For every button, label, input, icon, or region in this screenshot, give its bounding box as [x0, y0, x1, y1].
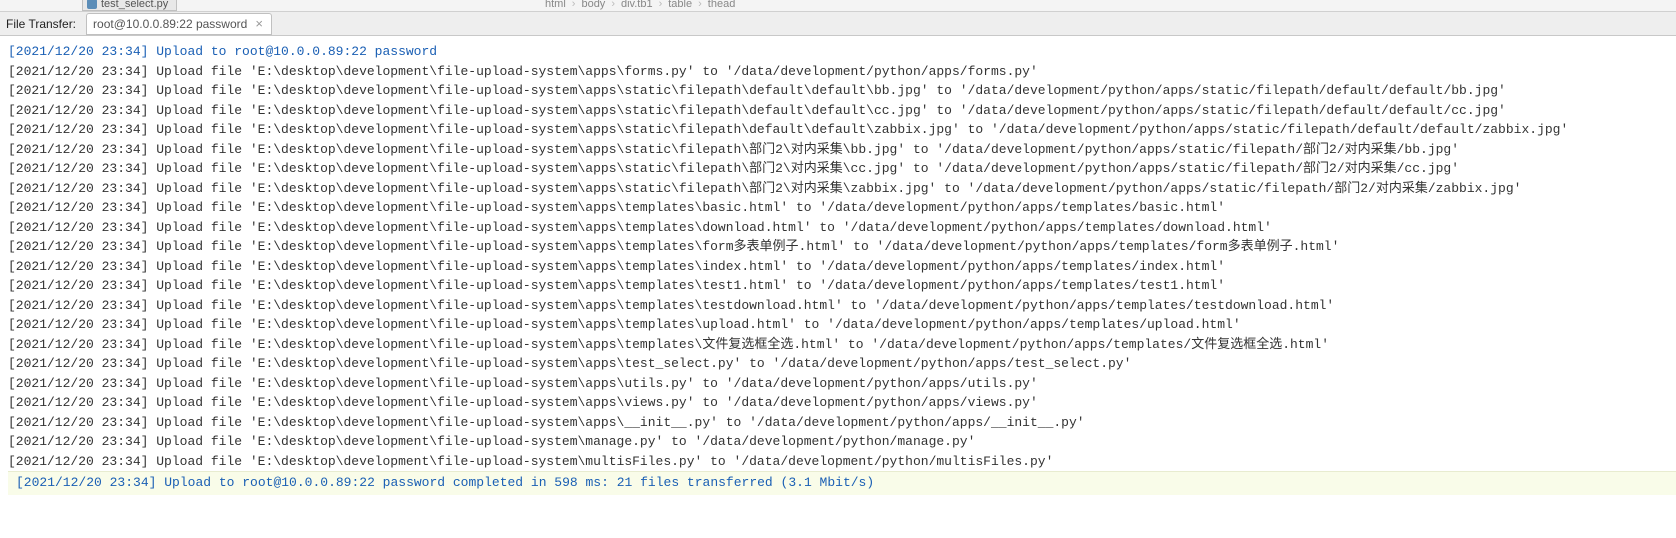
- log-message: Upload file 'E:\desktop\development\file…: [148, 122, 1568, 137]
- log-line: [2021/12/20 23:34] Upload file 'E:\deskt…: [8, 335, 1676, 355]
- log-line: [2021/12/20 23:34] Upload file 'E:\deskt…: [8, 198, 1676, 218]
- editor-tab[interactable]: test_select.py: [82, 0, 177, 11]
- breadcrumb-item[interactable]: html: [545, 0, 566, 10]
- chevron-right-icon: ›: [659, 0, 663, 10]
- log-line: [2021/12/20 23:34] Upload file 'E:\deskt…: [8, 101, 1676, 121]
- chevron-right-icon: ›: [611, 0, 615, 10]
- log-line: [2021/12/20 23:34] Upload file 'E:\deskt…: [8, 218, 1676, 238]
- log-line: [2021/12/20 23:34] Upload file 'E:\deskt…: [8, 62, 1676, 82]
- log-timestamp: [2021/12/20 23:34]: [8, 434, 148, 449]
- log-line: [2021/12/20 23:34] Upload file 'E:\deskt…: [8, 276, 1676, 296]
- log-timestamp: [2021/12/20 23:34]: [8, 298, 148, 313]
- log-message: Upload file 'E:\desktop\development\file…: [148, 181, 1521, 196]
- log-message: Upload file 'E:\desktop\development\file…: [148, 220, 1271, 235]
- python-file-icon: [87, 0, 97, 9]
- log-line: [2021/12/20 23:34] Upload file 'E:\deskt…: [8, 81, 1676, 101]
- log-message: Upload file 'E:\desktop\development\file…: [148, 161, 1459, 176]
- log-line: [2021/12/20 23:34] Upload file 'E:\deskt…: [8, 237, 1676, 257]
- log-timestamp: [2021/12/20 23:34]: [16, 475, 156, 490]
- breadcrumb-item[interactable]: thead: [708, 0, 736, 10]
- log-message: Upload file 'E:\desktop\development\file…: [148, 259, 1225, 274]
- file-transfer-log[interactable]: [2021/12/20 23:34] Upload to root@10.0.0…: [0, 36, 1676, 495]
- log-message: Upload file 'E:\desktop\development\file…: [148, 200, 1225, 215]
- chevron-right-icon: ›: [698, 0, 702, 10]
- log-timestamp: [2021/12/20 23:34]: [8, 83, 148, 98]
- log-timestamp: [2021/12/20 23:34]: [8, 259, 148, 274]
- log-line: [2021/12/20 23:34] Upload file 'E:\deskt…: [8, 120, 1676, 140]
- editor-top-strip: test_select.py html › body › div.tb1 › tabl…: [0, 0, 1676, 12]
- log-message: Upload file 'E:\desktop\development\file…: [148, 103, 1505, 118]
- log-message: Upload file 'E:\desktop\development\file…: [148, 434, 975, 449]
- file-transfer-bar: File Transfer: root@10.0.0.89:22 passwor…: [0, 12, 1676, 36]
- dom-breadcrumb: html › body › div.tb1 › table › thead: [545, 0, 735, 10]
- log-line: [2021/12/20 23:34] Upload file 'E:\deskt…: [8, 140, 1676, 160]
- log-message: Upload file 'E:\desktop\development\file…: [148, 454, 1053, 469]
- log-line: [2021/12/20 23:34] Upload file 'E:\deskt…: [8, 257, 1676, 277]
- log-line: [2021/12/20 23:34] Upload to root@10.0.0…: [8, 471, 1676, 495]
- log-line: [2021/12/20 23:34] Upload file 'E:\deskt…: [8, 315, 1676, 335]
- log-line: [2021/12/20 23:34] Upload file 'E:\deskt…: [8, 413, 1676, 433]
- log-timestamp: [2021/12/20 23:34]: [8, 317, 148, 332]
- log-line: [2021/12/20 23:34] Upload file 'E:\deskt…: [8, 354, 1676, 374]
- log-message: Upload file 'E:\desktop\development\file…: [148, 337, 1329, 352]
- log-timestamp: [2021/12/20 23:34]: [8, 376, 148, 391]
- log-timestamp: [2021/12/20 23:34]: [8, 278, 148, 293]
- log-message: Upload file 'E:\desktop\development\file…: [148, 64, 1037, 79]
- breadcrumb-item[interactable]: div.tb1: [621, 0, 653, 10]
- log-timestamp: [2021/12/20 23:34]: [8, 200, 148, 215]
- log-timestamp: [2021/12/20 23:34]: [8, 239, 148, 254]
- log-line: [2021/12/20 23:34] Upload to root@10.0.0…: [8, 42, 1676, 62]
- log-timestamp: [2021/12/20 23:34]: [8, 356, 148, 371]
- log-message: Upload file 'E:\desktop\development\file…: [148, 278, 1225, 293]
- log-message: Upload file 'E:\desktop\development\file…: [148, 83, 1505, 98]
- chevron-right-icon: ›: [572, 0, 576, 10]
- log-timestamp: [2021/12/20 23:34]: [8, 142, 148, 157]
- file-transfer-session-label: root@10.0.0.89:22 password: [93, 17, 247, 31]
- log-message: Upload to root@10.0.0.89:22 password: [148, 44, 437, 59]
- log-timestamp: [2021/12/20 23:34]: [8, 337, 148, 352]
- log-message: Upload file 'E:\desktop\development\file…: [148, 376, 1037, 391]
- log-timestamp: [2021/12/20 23:34]: [8, 181, 148, 196]
- log-timestamp: [2021/12/20 23:34]: [8, 220, 148, 235]
- breadcrumb-item[interactable]: table: [668, 0, 692, 10]
- file-transfer-session-tab[interactable]: root@10.0.0.89:22 password ×: [86, 13, 272, 35]
- log-timestamp: [2021/12/20 23:34]: [8, 122, 148, 137]
- close-icon[interactable]: ×: [253, 16, 265, 31]
- log-message: Upload file 'E:\desktop\development\file…: [148, 142, 1459, 157]
- log-timestamp: [2021/12/20 23:34]: [8, 103, 148, 118]
- editor-tab-label: test_select.py: [101, 0, 168, 11]
- log-line: [2021/12/20 23:34] Upload file 'E:\deskt…: [8, 296, 1676, 316]
- log-timestamp: [2021/12/20 23:34]: [8, 454, 148, 469]
- log-timestamp: [2021/12/20 23:34]: [8, 395, 148, 410]
- log-timestamp: [2021/12/20 23:34]: [8, 161, 148, 176]
- log-timestamp: [2021/12/20 23:34]: [8, 44, 148, 59]
- log-line: [2021/12/20 23:34] Upload file 'E:\deskt…: [8, 159, 1676, 179]
- log-line: [2021/12/20 23:34] Upload file 'E:\deskt…: [8, 432, 1676, 452]
- file-transfer-label: File Transfer:: [6, 17, 76, 31]
- log-message: Upload file 'E:\desktop\development\file…: [148, 239, 1339, 254]
- log-message: Upload file 'E:\desktop\development\file…: [148, 415, 1084, 430]
- log-line: [2021/12/20 23:34] Upload file 'E:\deskt…: [8, 393, 1676, 413]
- log-line: [2021/12/20 23:34] Upload file 'E:\deskt…: [8, 179, 1676, 199]
- log-line: [2021/12/20 23:34] Upload file 'E:\deskt…: [8, 452, 1676, 472]
- log-message: Upload file 'E:\desktop\development\file…: [148, 317, 1240, 332]
- log-timestamp: [2021/12/20 23:34]: [8, 64, 148, 79]
- log-message: Upload to root@10.0.0.89:22 password com…: [156, 475, 874, 490]
- log-message: Upload file 'E:\desktop\development\file…: [148, 298, 1334, 313]
- log-message: Upload file 'E:\desktop\development\file…: [148, 356, 1131, 371]
- log-timestamp: [2021/12/20 23:34]: [8, 415, 148, 430]
- log-message: Upload file 'E:\desktop\development\file…: [148, 395, 1037, 410]
- log-line: [2021/12/20 23:34] Upload file 'E:\deskt…: [8, 374, 1676, 394]
- breadcrumb-item[interactable]: body: [581, 0, 605, 10]
